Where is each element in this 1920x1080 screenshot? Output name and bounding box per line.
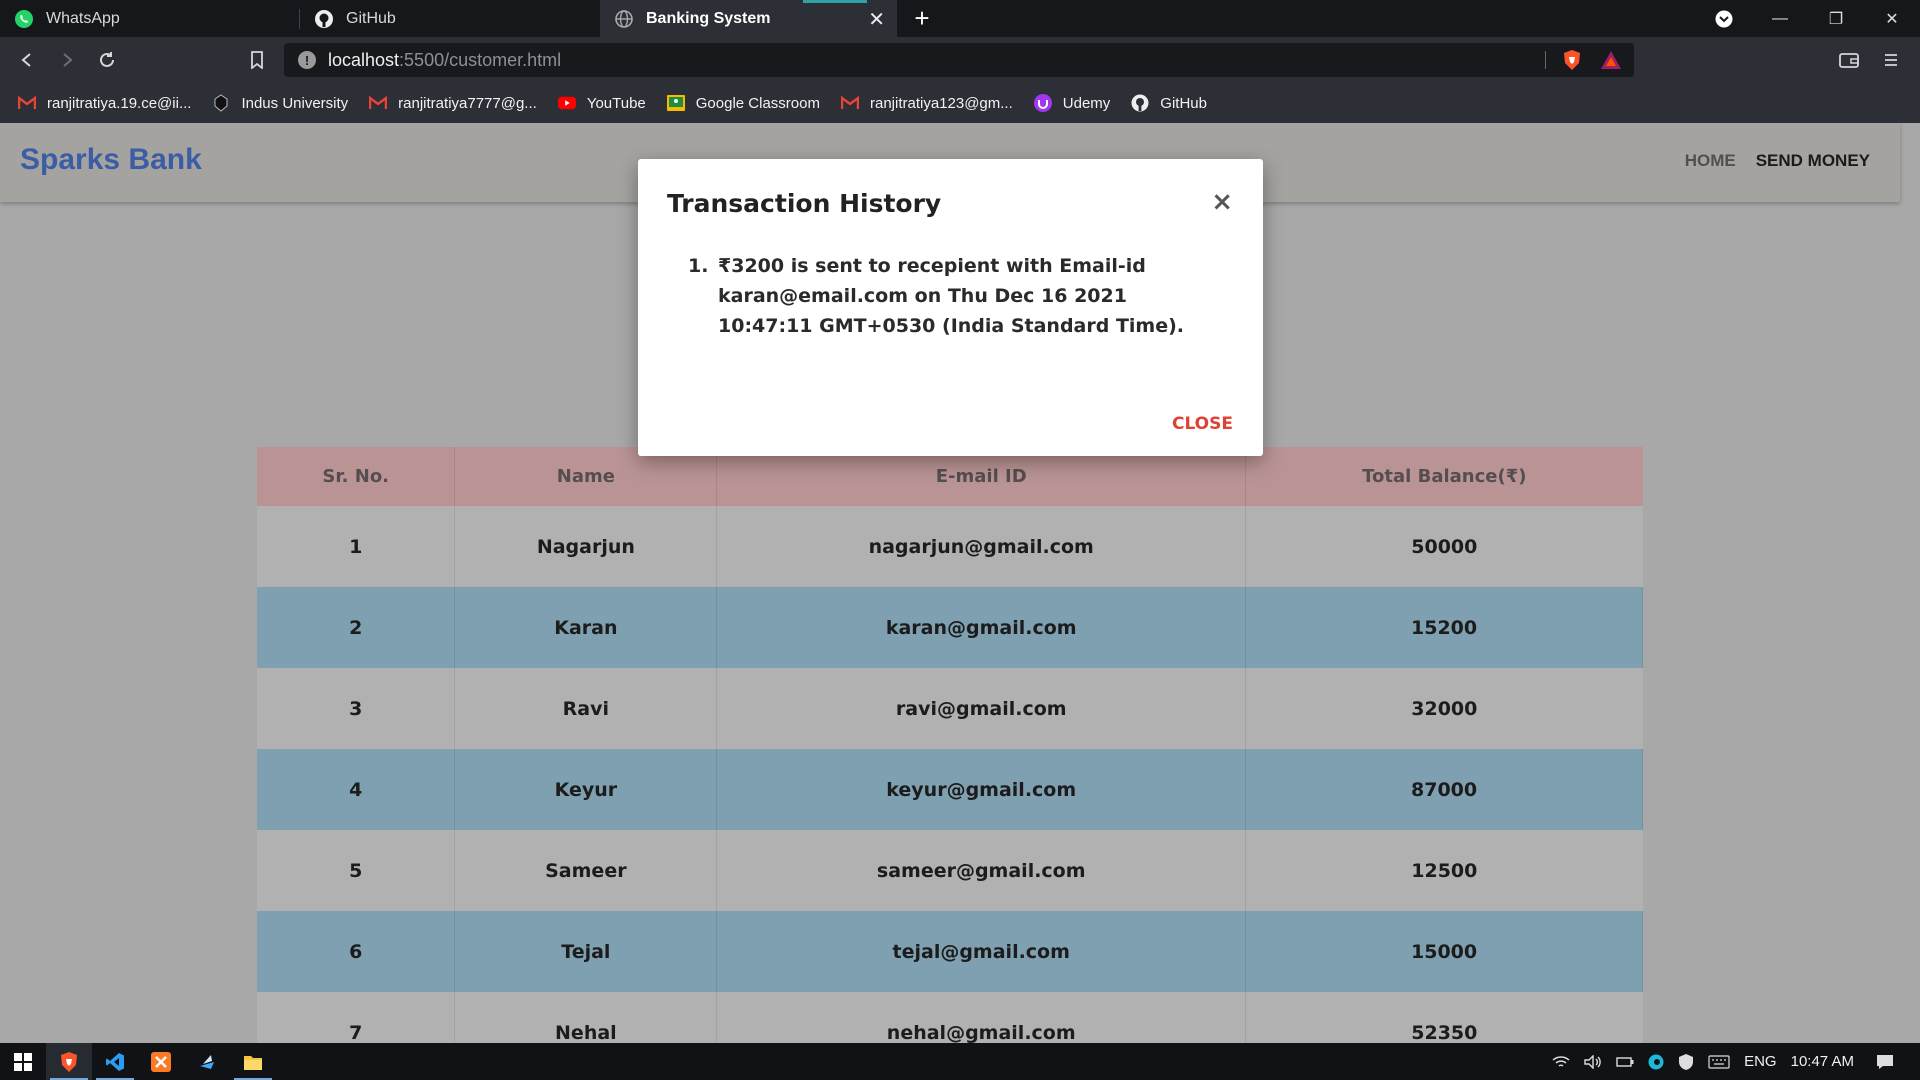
system-tray: ENG 10:47 AM <box>1552 1043 1920 1080</box>
browser-tab-strip: WhatsApp GitHub Banking System ✕ + — ❐ ✕ <box>0 0 1920 37</box>
edge-icon[interactable] <box>1648 1054 1664 1070</box>
bookmark-gmail-3[interactable]: ranjitratiya123@gm... <box>840 94 1013 112</box>
classroom-icon <box>666 94 685 112</box>
github-icon <box>314 9 334 29</box>
tab-title: WhatsApp <box>46 9 120 27</box>
bookmark-indus-university[interactable]: Indus University <box>212 94 348 112</box>
bookmark-udemy[interactable]: Udemy <box>1033 94 1110 112</box>
whatsapp-icon <box>14 9 34 29</box>
gmail-icon <box>369 94 388 112</box>
minimize-icon[interactable]: — <box>1752 0 1808 37</box>
window-close-icon[interactable]: ✕ <box>1864 0 1920 37</box>
tab-github[interactable]: GitHub <box>300 0 600 37</box>
language-indicator[interactable]: ENG <box>1744 1053 1777 1070</box>
site-info-icon[interactable]: ! <box>298 51 316 69</box>
bookmark-gmail-2[interactable]: ranjitratiya7777@g... <box>369 94 537 112</box>
tab-title: Banking System <box>646 9 771 27</box>
file-explorer-icon[interactable] <box>230 1043 276 1080</box>
tab-banking-system[interactable]: Banking System ✕ <box>600 0 897 37</box>
globe-icon <box>614 9 634 29</box>
transaction-list: 1. ₹3200 is sent to recepient with Email-… <box>688 251 1218 341</box>
tab-close-icon[interactable]: ✕ <box>868 7 885 32</box>
url-text[interactable]: localhost:5500/customer.html <box>328 50 561 71</box>
bookmark-youtube[interactable]: YouTube <box>557 94 646 112</box>
bookmark-gmail-1[interactable]: ranjitratiya.19.ce@ii... <box>18 94 191 112</box>
youtube-icon <box>557 94 576 112</box>
bookmarks-bar: ranjitratiya.19.ce@ii... Indus Universit… <box>0 83 1920 123</box>
modal-close-button[interactable]: CLOSE <box>1172 414 1233 434</box>
github-icon <box>1131 94 1149 112</box>
gmail-icon <box>18 94 36 112</box>
bookmark-google-classroom[interactable]: Google Classroom <box>666 94 820 112</box>
tab-loading-indicator <box>803 0 867 3</box>
back-icon[interactable] <box>14 47 40 73</box>
tab-title: GitHub <box>346 9 396 27</box>
brave-browser-icon[interactable] <box>46 1043 92 1080</box>
reload-icon[interactable] <box>94 47 120 73</box>
window-controls: — ❐ ✕ <box>1696 0 1920 37</box>
profile-dropdown-icon[interactable] <box>1696 0 1752 37</box>
new-tab-button[interactable]: + <box>897 0 947 37</box>
modal-body: 1. ₹3200 is sent to recepient with Email-… <box>688 251 1218 341</box>
notification-icon[interactable] <box>1876 1054 1894 1070</box>
keyboard-icon[interactable] <box>1708 1054 1730 1069</box>
tab-whatsapp[interactable]: WhatsApp <box>0 0 300 37</box>
modal-close-icon[interactable]: × <box>1211 187 1233 217</box>
address-bar-divider <box>1545 51 1546 69</box>
menu-icon[interactable] <box>1878 47 1904 73</box>
bookmark-github[interactable]: GitHub <box>1131 94 1207 112</box>
vscode-icon[interactable] <box>92 1043 138 1080</box>
transaction-history-modal: Transaction History × 1. ₹3200 is sent to… <box>638 159 1263 456</box>
udemy-icon <box>1033 94 1052 112</box>
app-icon[interactable] <box>184 1043 230 1080</box>
gmail-icon <box>840 94 859 112</box>
modal-title: Transaction History <box>667 189 942 218</box>
security-shield-icon[interactable] <box>1678 1053 1694 1071</box>
bookmark-icon[interactable] <box>244 47 270 73</box>
volume-icon[interactable] <box>1584 1054 1602 1069</box>
windows-taskbar: ENG 10:47 AM <box>0 1043 1920 1080</box>
address-bar[interactable]: ! localhost:5500/customer.html <box>284 43 1634 77</box>
browser-toolbar: ! localhost:5500/customer.html <box>0 37 1920 83</box>
restore-icon[interactable]: ❐ <box>1808 0 1864 37</box>
clock[interactable]: 10:47 AM <box>1791 1053 1854 1070</box>
brave-rewards-icon[interactable] <box>1600 50 1622 75</box>
transaction-item: 1. ₹3200 is sent to recepient with Email-… <box>688 255 1185 337</box>
battery-icon[interactable] <box>1616 1056 1634 1068</box>
xampp-icon[interactable] <box>138 1043 184 1080</box>
forward-icon[interactable] <box>54 47 80 73</box>
brave-shield-icon[interactable] <box>1562 49 1582 76</box>
windows-start-icon[interactable] <box>0 1043 46 1080</box>
web-page: Sparks Bank HOME SEND MONEY Sr. No. Name… <box>0 123 1920 1043</box>
wifi-icon[interactable] <box>1552 1055 1570 1069</box>
wallet-icon[interactable] <box>1836 47 1862 73</box>
indus-icon <box>212 94 230 112</box>
